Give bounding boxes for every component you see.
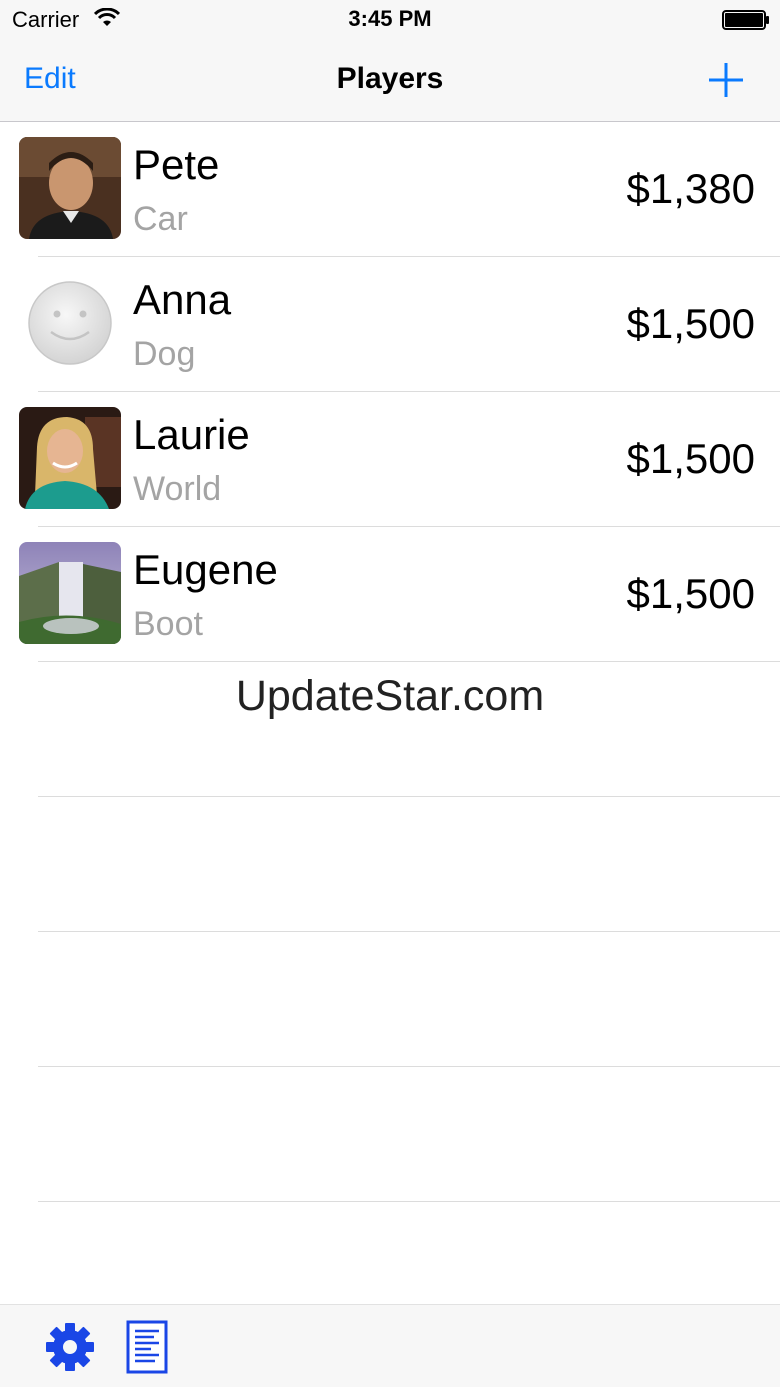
photo-woman-icon [19,407,121,509]
row-divider [38,1201,780,1202]
empty-row [0,1067,780,1202]
empty-row [0,932,780,1067]
player-score: $1,380 [626,165,755,212]
player-row[interactable]: Anna Dog $1,500 [0,257,780,392]
battery-full-icon [722,10,769,30]
player-game: Dog [133,335,196,373]
player-name: Pete [133,141,220,188]
photo-waterfall-icon [19,542,121,644]
status-time: 3:45 PM [348,6,432,31]
status-bar: Carrier 3:45 PM [0,0,780,40]
plus-icon[interactable] [706,60,746,100]
player-score: $1,500 [626,300,755,347]
player-score: $1,500 [626,570,755,617]
watermark-text: UpdateStar.com [235,672,545,720]
player-name: Anna [133,276,232,323]
player-row[interactable]: Laurie World $1,500 [0,392,780,527]
avatar [19,542,121,644]
empty-row [0,797,780,932]
player-score: $1,500 [626,435,755,482]
player-game: Car [133,200,188,238]
player-game: World [133,470,222,508]
document-icon[interactable] [126,1320,168,1374]
players-screen: Carrier 3:45 PM Edit Players Pete Car $1… [0,0,780,1387]
avatar [19,407,121,509]
photo-man-icon [19,137,121,239]
player-name: Laurie [133,411,250,458]
bottom-toolbar [0,1304,780,1387]
avatar [19,137,121,239]
player-game: Boot [133,605,203,643]
avatar [19,272,121,374]
player-row[interactable]: Pete Car $1,380 [0,122,780,257]
player-name: Eugene [133,546,278,593]
smiley-placeholder-icon [19,272,121,374]
players-table: Pete Car $1,380 Anna Dog $1,500 Laurie W… [0,122,780,1202]
player-row[interactable]: Eugene Boot $1,500 [0,527,780,662]
gear-icon[interactable] [44,1321,96,1373]
navigation-bar: Edit Players [0,40,780,122]
page-title: Players [336,62,444,95]
